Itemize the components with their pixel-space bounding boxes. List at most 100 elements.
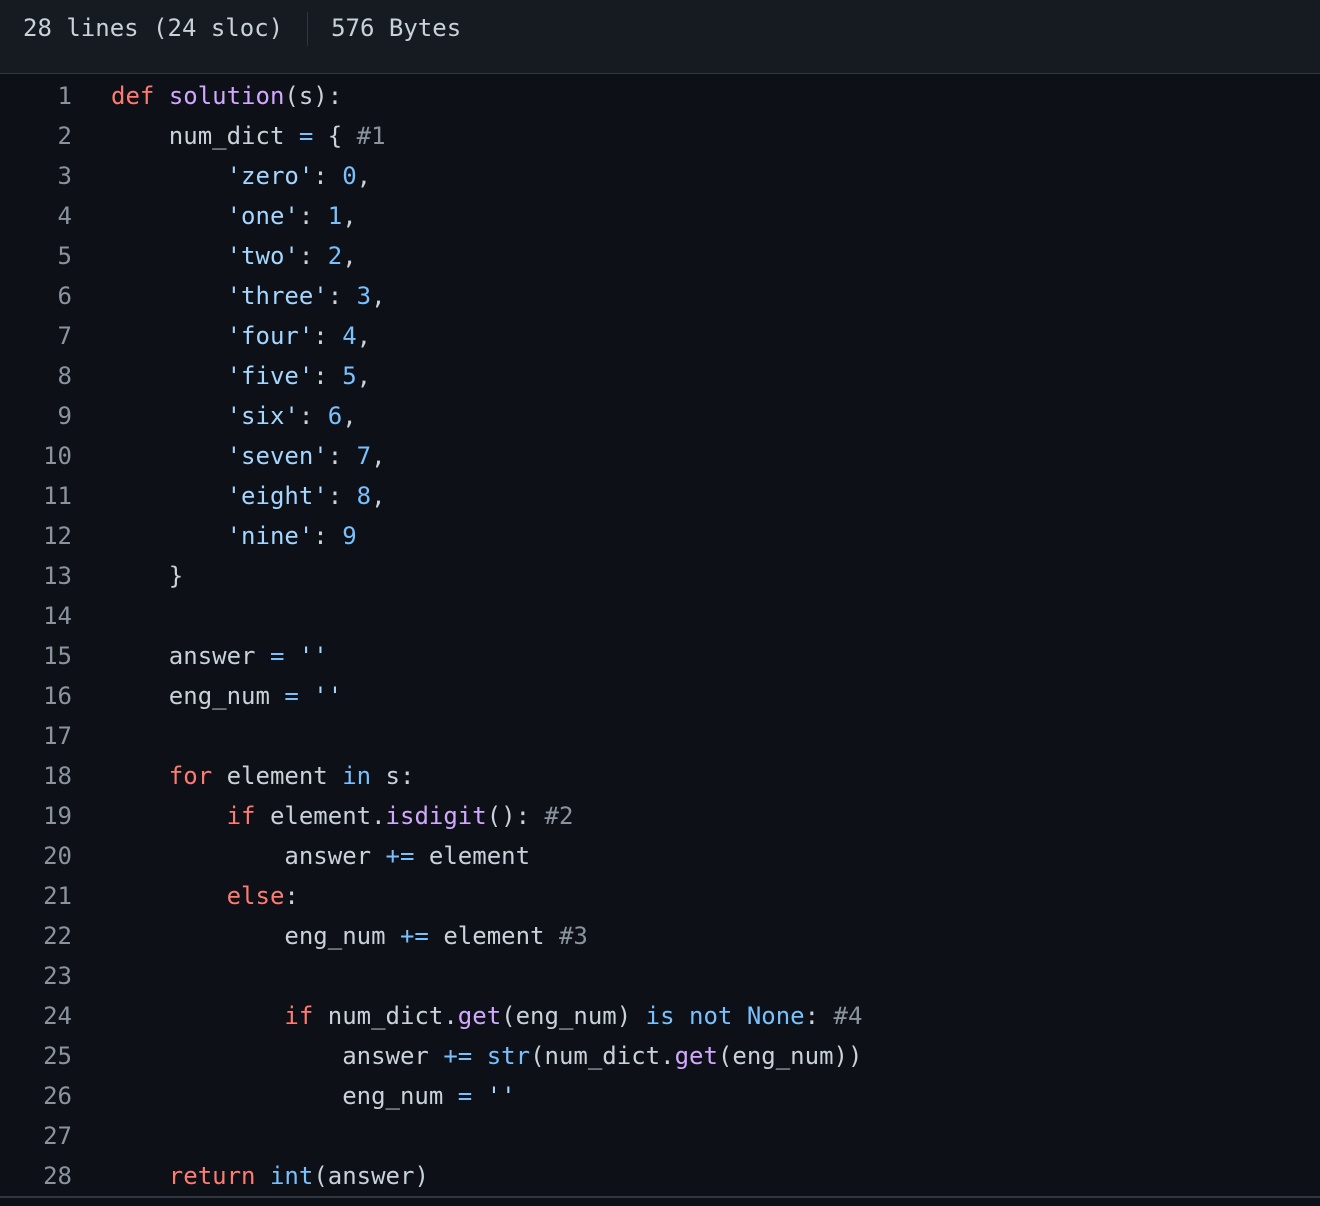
code-token: 'one' — [226, 202, 299, 230]
file-size-label: 576 Bytes — [331, 14, 462, 42]
code-token: 'four' — [226, 322, 314, 350]
code-token: in — [342, 762, 372, 790]
code-token: 'six' — [226, 402, 299, 430]
code-token: '' — [313, 682, 343, 710]
code-token: (s): — [284, 82, 343, 110]
code-token: element — [212, 762, 343, 790]
line-number[interactable]: 7 — [0, 316, 72, 356]
line-number[interactable]: 6 — [0, 276, 72, 316]
line-number[interactable]: 3 — [0, 156, 72, 196]
code-token: , — [371, 282, 386, 310]
code-token: element — [428, 922, 559, 950]
code-line: 14 — [0, 596, 1320, 636]
code-token: += — [399, 922, 429, 950]
line-count-label: 28 lines (24 sloc) — [23, 14, 284, 42]
code-token: { — [313, 122, 357, 150]
code-text: answer += str(num_dict.get(eng_num)) — [72, 1036, 862, 1076]
code-text: eng_num = '' — [72, 1076, 516, 1116]
code-token: def — [111, 82, 155, 110]
line-number[interactable]: 4 — [0, 196, 72, 236]
code-line: 4 'one': 1, — [0, 196, 1320, 236]
line-number[interactable]: 23 — [0, 956, 72, 996]
line-number[interactable]: 28 — [0, 1156, 72, 1196]
line-number[interactable]: 22 — [0, 916, 72, 956]
line-number[interactable]: 26 — [0, 1076, 72, 1116]
code-line: 23 — [0, 956, 1320, 996]
code-line: 19 if element.isdigit(): #2 — [0, 796, 1320, 836]
code-token: get — [674, 1042, 718, 1070]
code-token: 9 — [342, 522, 357, 550]
code-line: 3 'zero': 0, — [0, 156, 1320, 196]
line-number[interactable]: 10 — [0, 436, 72, 476]
code-line: 11 'eight': 8, — [0, 476, 1320, 516]
code-token: += — [443, 1042, 473, 1070]
line-number[interactable]: 20 — [0, 836, 72, 876]
code-token: eng_num — [111, 682, 285, 710]
code-text: 'one': 1, — [72, 196, 357, 236]
line-number[interactable]: 1 — [0, 76, 72, 116]
line-number[interactable]: 24 — [0, 996, 72, 1036]
code-line: 27 — [0, 1116, 1320, 1156]
code-token: #4 — [833, 1002, 863, 1030]
code-token: '' — [486, 1082, 516, 1110]
code-token: : — [298, 202, 328, 230]
line-number[interactable]: 11 — [0, 476, 72, 516]
code-token: 'nine' — [226, 522, 314, 550]
code-token: } — [111, 562, 184, 590]
line-number[interactable]: 14 — [0, 596, 72, 636]
code-token: (eng_num)) — [717, 1042, 863, 1070]
code-text: 'four': 4, — [72, 316, 372, 356]
code-token: 'eight' — [226, 482, 328, 510]
line-number[interactable]: 15 — [0, 636, 72, 676]
code-text: 'five': 5, — [72, 356, 372, 396]
code-token: , — [342, 402, 357, 430]
line-number[interactable]: 12 — [0, 516, 72, 556]
code-text: eng_num = '' — [72, 676, 342, 716]
code-token: #3 — [558, 922, 588, 950]
line-number[interactable]: 5 — [0, 236, 72, 276]
code-line: 25 answer += str(num_dict.get(eng_num)) — [0, 1036, 1320, 1076]
code-token: : — [313, 322, 343, 350]
code-line: 8 'five': 5, — [0, 356, 1320, 396]
code-token: 'seven' — [226, 442, 328, 470]
line-number[interactable]: 17 — [0, 716, 72, 756]
code-token: 5 — [342, 362, 357, 390]
line-number[interactable]: 19 — [0, 796, 72, 836]
line-number[interactable]: 9 — [0, 396, 72, 436]
line-number[interactable]: 18 — [0, 756, 72, 796]
line-number[interactable]: 13 — [0, 556, 72, 596]
line-number[interactable]: 21 — [0, 876, 72, 916]
line-number[interactable]: 25 — [0, 1036, 72, 1076]
line-number[interactable]: 16 — [0, 676, 72, 716]
code-token: 3 — [356, 282, 372, 310]
line-number[interactable]: 2 — [0, 116, 72, 156]
code-token: for — [168, 762, 213, 790]
code-token: = — [457, 1082, 473, 1110]
code-line: 22 eng_num += element #3 — [0, 916, 1320, 956]
code-token: solution — [168, 82, 285, 110]
line-number[interactable]: 8 — [0, 356, 72, 396]
code-token: 6 — [327, 402, 343, 430]
code-line: 10 'seven': 7, — [0, 436, 1320, 476]
code-token: : — [327, 282, 357, 310]
code-token: , — [356, 162, 372, 190]
line-number[interactable]: 27 — [0, 1116, 72, 1156]
code-token: , — [342, 242, 357, 270]
code-line: 9 'six': 6, — [0, 396, 1320, 436]
code-token: answer — [111, 642, 270, 670]
code-token: '' — [298, 642, 328, 670]
code-line: 24 if num_dict.get(eng_num) is not None:… — [0, 996, 1320, 1036]
code-token: += — [385, 842, 415, 870]
code-token: 'two' — [226, 242, 299, 270]
code-text: else: — [72, 876, 299, 916]
